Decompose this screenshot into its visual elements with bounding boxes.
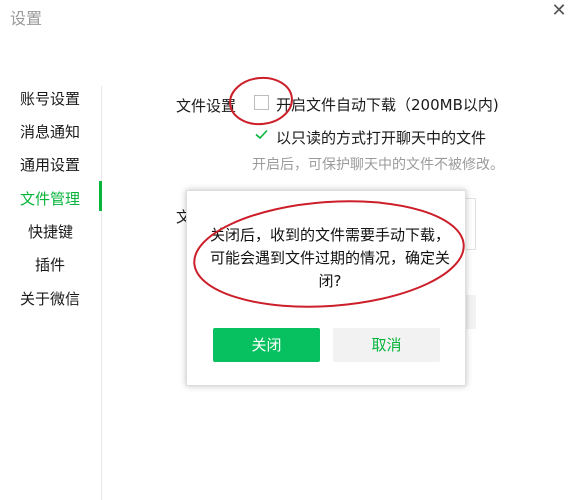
sidebar-item-file-management[interactable]: 文件管理 [20,188,80,209]
sidebar-item-about[interactable]: 关于微信 [20,288,80,309]
dialog-message: 关闭后，收到的文件需要手动下载，可能会遇到文件过期的情况，确定关闭? [210,226,451,290]
file-settings-label: 文件设置 [176,97,237,115]
close-icon[interactable]: ✕ [548,0,570,22]
read-only-checkbox[interactable] [254,127,269,142]
read-only-hint: 开启后，可保护聊天中的文件不被修改。 [252,157,504,173]
sidebar-item-plugins[interactable]: 插件 [35,254,65,275]
auto-download-checkbox[interactable] [254,95,269,110]
sidebar-item-shortcuts[interactable]: 快捷键 [28,221,73,242]
cancel-button[interactable]: 取消 [333,328,440,362]
sidebar-active-indicator [99,181,102,211]
sidebar-item-account[interactable]: 账号设置 [20,88,80,109]
confirm-close-button[interactable]: 关闭 [213,328,320,362]
auto-download-label[interactable]: 开启文件自动下载（200MB以内) [276,94,499,115]
sidebar-item-general[interactable]: 通用设置 [20,154,80,175]
sidebar-item-notifications[interactable]: 消息通知 [20,121,80,142]
read-only-label[interactable]: 以只读的方式打开聊天中的文件 [276,127,486,148]
sidebar-divider [101,86,102,500]
check-icon [255,129,268,140]
window-title: 设置 [10,9,43,28]
